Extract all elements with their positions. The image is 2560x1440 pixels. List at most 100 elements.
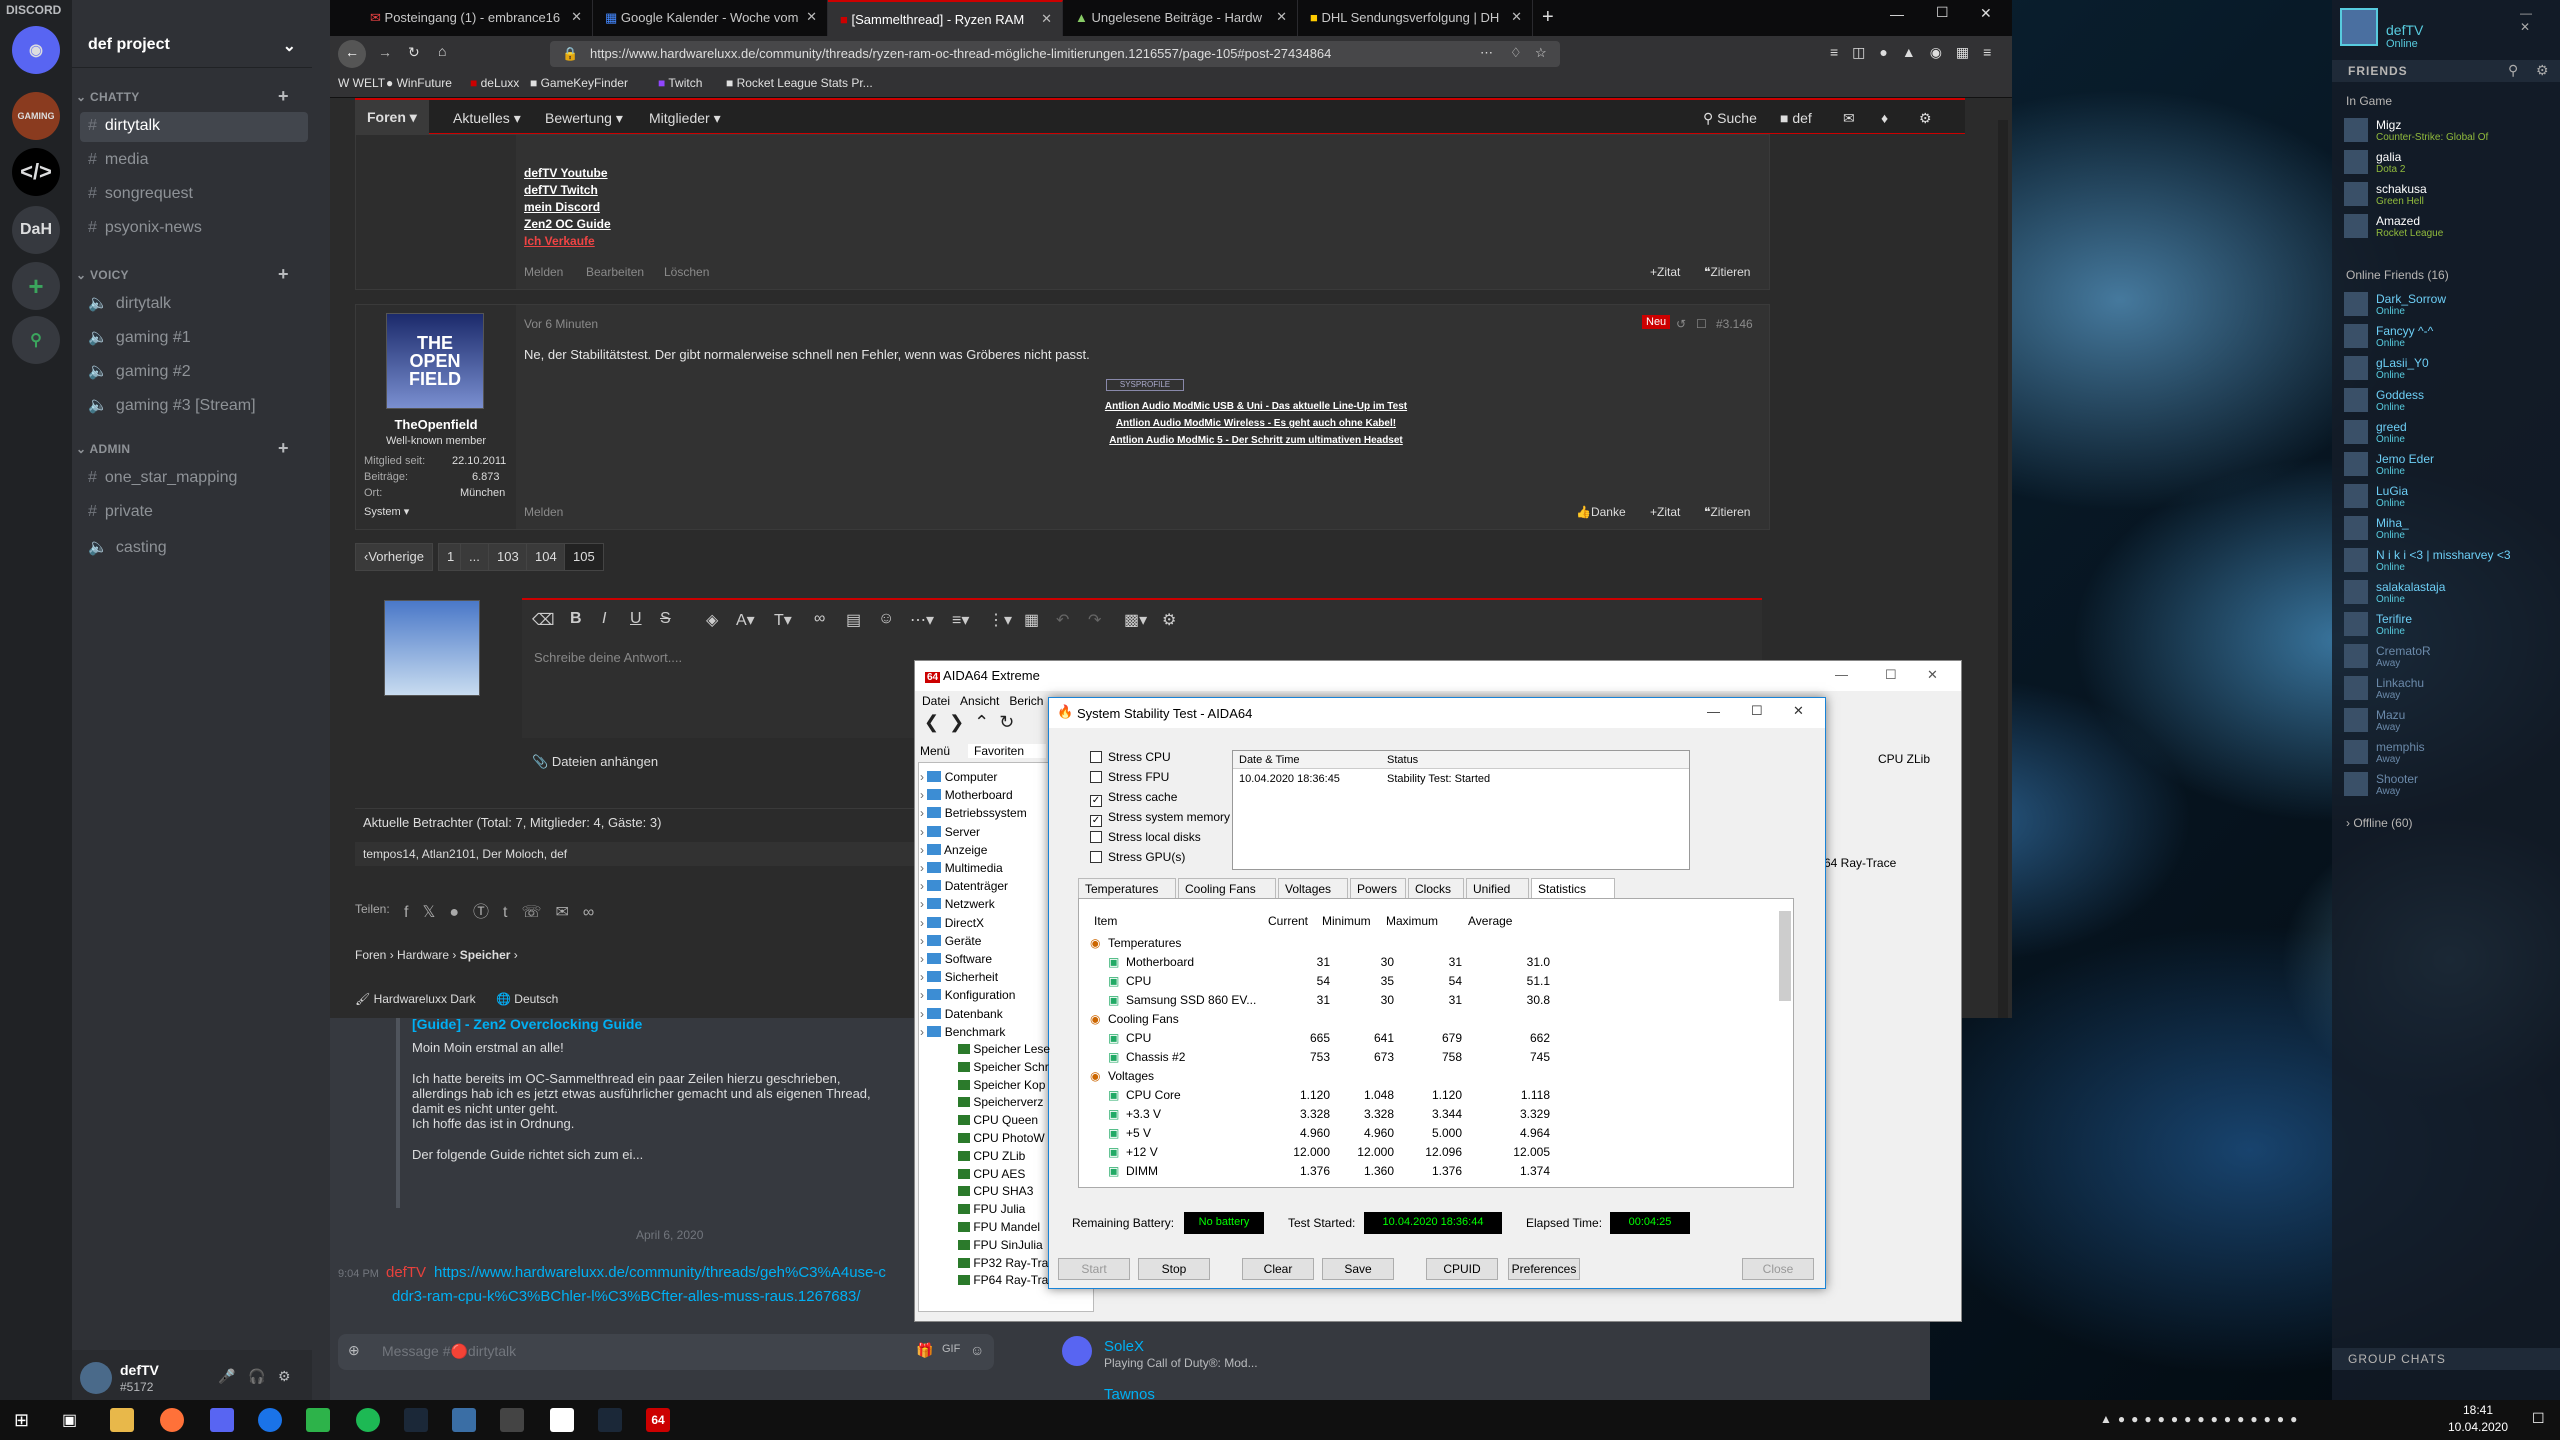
new-tab-icon[interactable]: + [1542, 6, 1554, 29]
friend-online[interactable]: Fancyy ^-^ Online [2340, 322, 2560, 354]
forward-icon[interactable]: → [378, 44, 392, 60]
cpuid-button[interactable]: CPUID [1426, 1258, 1498, 1280]
grid-row[interactable]: ▣ +12 V 12.000 12.000 12.096 12.005 [1090, 1143, 1780, 1162]
checkbox[interactable] [1090, 851, 1102, 863]
strike-icon[interactable]: S [660, 610, 671, 628]
redo-icon[interactable]: ↷ [1088, 610, 1101, 630]
close-icon[interactable]: ✕ [1041, 11, 1052, 27]
message-link-continued[interactable]: ddr3-ram-cpu-k%C3%BChler-l%C3%BCfter-all… [392, 1288, 861, 1305]
pocket-icon[interactable]: ♢ [1510, 45, 1522, 61]
stress-option[interactable]: ✓ Stress cache [1070, 790, 1177, 807]
tree-item[interactable]: › Konfiguration [920, 988, 1015, 1002]
avatar[interactable] [80, 1362, 112, 1394]
close-icon[interactable]: ✕ [571, 9, 582, 25]
attach-files-button[interactable]: 📎 Dateien anhängen [532, 754, 658, 770]
benchmark-item[interactable]: CPU AES [958, 1167, 1025, 1181]
bookmark-welt[interactable]: W WELT [338, 76, 385, 90]
gear-icon[interactable]: ⚙ [278, 1368, 291, 1385]
friend-in-game[interactable]: schakusa Green Hell [2340, 180, 2560, 212]
color-icon[interactable]: ◈ [706, 610, 718, 630]
tab-unified[interactable]: Unified [1466, 878, 1529, 898]
checkbox[interactable] [1090, 831, 1102, 843]
tree-item[interactable]: › Software [920, 952, 992, 966]
explorer-icon[interactable] [110, 1408, 134, 1432]
online-friends-label[interactable]: Online Friends (16) [2346, 268, 2449, 282]
firefox-icon[interactable] [160, 1408, 184, 1432]
tab-powers[interactable]: Powers [1350, 878, 1406, 898]
share-icons[interactable]: f𝕏●Ⓣt☏✉∞ [404, 898, 608, 922]
menu-ansicht[interactable]: Ansicht [960, 694, 999, 708]
settings-icon[interactable]: ⚙ [1919, 110, 1932, 127]
app-icon[interactable] [258, 1408, 282, 1432]
maximize-icon[interactable]: ☐ [1751, 703, 1763, 719]
tab-kalender[interactable]: ▦ Google Kalender - Woche vom ✕ [593, 0, 828, 36]
panel-tab-favorites[interactable]: Favoriten [968, 744, 1046, 758]
tab-voltages[interactable]: Voltages [1278, 878, 1348, 898]
bell-icon[interactable]: ♦ [1881, 110, 1888, 126]
sig-link[interactable]: Antlion Audio ModMic USB & Uni - Das akt… [1006, 401, 1506, 412]
scrollbar[interactable] [1998, 120, 2008, 1018]
server-def-project[interactable]: </> [12, 148, 60, 196]
tab-statistics[interactable]: Statistics [1531, 878, 1615, 898]
report-link[interactable]: Melden [524, 265, 563, 279]
aida-nav-icons[interactable]: ❮❯⌃↻ [924, 712, 1024, 733]
close-icon[interactable]: ✕ [1511, 9, 1522, 25]
benchmark-item[interactable]: FPU Mandel [958, 1220, 1040, 1234]
friend-online[interactable]: gLasii_Y0 Online [2340, 354, 2560, 386]
start-button[interactable]: Start [1058, 1258, 1130, 1280]
friend-online[interactable]: Jemo Eder Online [2340, 450, 2560, 482]
category-voicy[interactable]: ⌄ VOICY + [76, 264, 289, 284]
group-chats-header[interactable]: GROUP CHATS [2332, 1348, 2560, 1370]
app-icon[interactable] [500, 1408, 524, 1432]
share-icon[interactable]: ↺ [1676, 317, 1686, 331]
benchmark-item[interactable]: CPU PhotoW [958, 1131, 1045, 1145]
benchmark-item[interactable]: CPU SHA3 [958, 1184, 1033, 1198]
smiley-icon[interactable]: ☺ [878, 610, 894, 628]
aida64-taskbar-icon[interactable]: 64 [646, 1408, 670, 1432]
account-menu[interactable]: ■ def [1780, 110, 1812, 126]
friend-online[interactable]: Mazu Away [2340, 706, 2560, 738]
emoji-icon[interactable]: ☺ [970, 1342, 984, 1358]
post-number[interactable]: #3.146 [1716, 317, 1753, 331]
close-icon[interactable]: ✕ [1276, 9, 1287, 25]
tree-item[interactable]: › Datenträger [920, 879, 1008, 893]
minimize-icon[interactable]: — [1835, 667, 1848, 682]
task-view-icon[interactable]: ▣ [62, 1410, 77, 1430]
window-controls[interactable]: —✕ [2520, 6, 2560, 34]
undo-icon[interactable]: ↶ [1056, 610, 1069, 630]
gift-icon[interactable]: 🎁 [916, 1342, 933, 1359]
benchmark-item[interactable]: CPU Queen [958, 1113, 1038, 1127]
minimize-icon[interactable]: — [1890, 6, 1904, 22]
system-dropdown[interactable]: System ▾ [364, 505, 409, 518]
friend-online[interactable]: CrematoR Away [2340, 642, 2560, 674]
server-header[interactable]: def project ⌄ [72, 22, 312, 68]
sysprofile-badge[interactable]: SYSPROFILE [1106, 379, 1184, 391]
close-button[interactable]: Close [1742, 1258, 1814, 1280]
tree-item[interactable]: › Motherboard [920, 788, 1013, 802]
channel-songrequest[interactable]: # songrequest [80, 180, 308, 210]
checkbox[interactable] [1090, 751, 1102, 763]
add-server-icon[interactable]: + [12, 262, 60, 310]
bookmark-deluxx[interactable]: ■ deLuxx [470, 76, 519, 90]
underline-icon[interactable]: U [630, 610, 642, 628]
voice-gaming-2[interactable]: 🔈 gaming #2 [80, 356, 308, 386]
table-icon[interactable]: ▦ [1024, 610, 1039, 630]
clock-time[interactable]: 18:41 [2438, 1403, 2518, 1417]
add-attachment-icon[interactable]: ⊕ [348, 1342, 360, 1359]
friend-online[interactable]: Linkachu Away [2340, 674, 2560, 706]
friend-online[interactable]: Shooter Away [2340, 770, 2560, 802]
benchmark-item[interactable]: Speicher Lese [958, 1042, 1050, 1056]
checkbox[interactable] [1090, 771, 1102, 783]
sig-link[interactable]: Ich Verkaufe [524, 233, 611, 250]
pager-ellipsis[interactable]: ... [460, 543, 489, 571]
channel-media[interactable]: # media [80, 146, 308, 176]
benchmark-item[interactable]: CPU ZLib [958, 1149, 1025, 1163]
friend-online[interactable]: N i k i <3 | missharvey <3 Online [2340, 546, 2560, 578]
tree-item[interactable]: › Geräte [920, 934, 981, 948]
tab-posteingang[interactable]: ✉ Posteingang (1) - embrance16 ✕ [358, 0, 593, 36]
grid-row[interactable]: ▣ Samsung SSD 860 EV... 31 30 31 30.8 [1090, 991, 1780, 1010]
thanks-button[interactable]: 👍Danke [1576, 505, 1626, 519]
stress-option[interactable]: Stress GPU(s) [1070, 850, 1185, 864]
grid-row[interactable]: ▣ CPU Core 1.120 1.048 1.120 1.118 [1090, 1086, 1780, 1105]
benchmark-item[interactable]: Speicherverz [958, 1095, 1043, 1109]
